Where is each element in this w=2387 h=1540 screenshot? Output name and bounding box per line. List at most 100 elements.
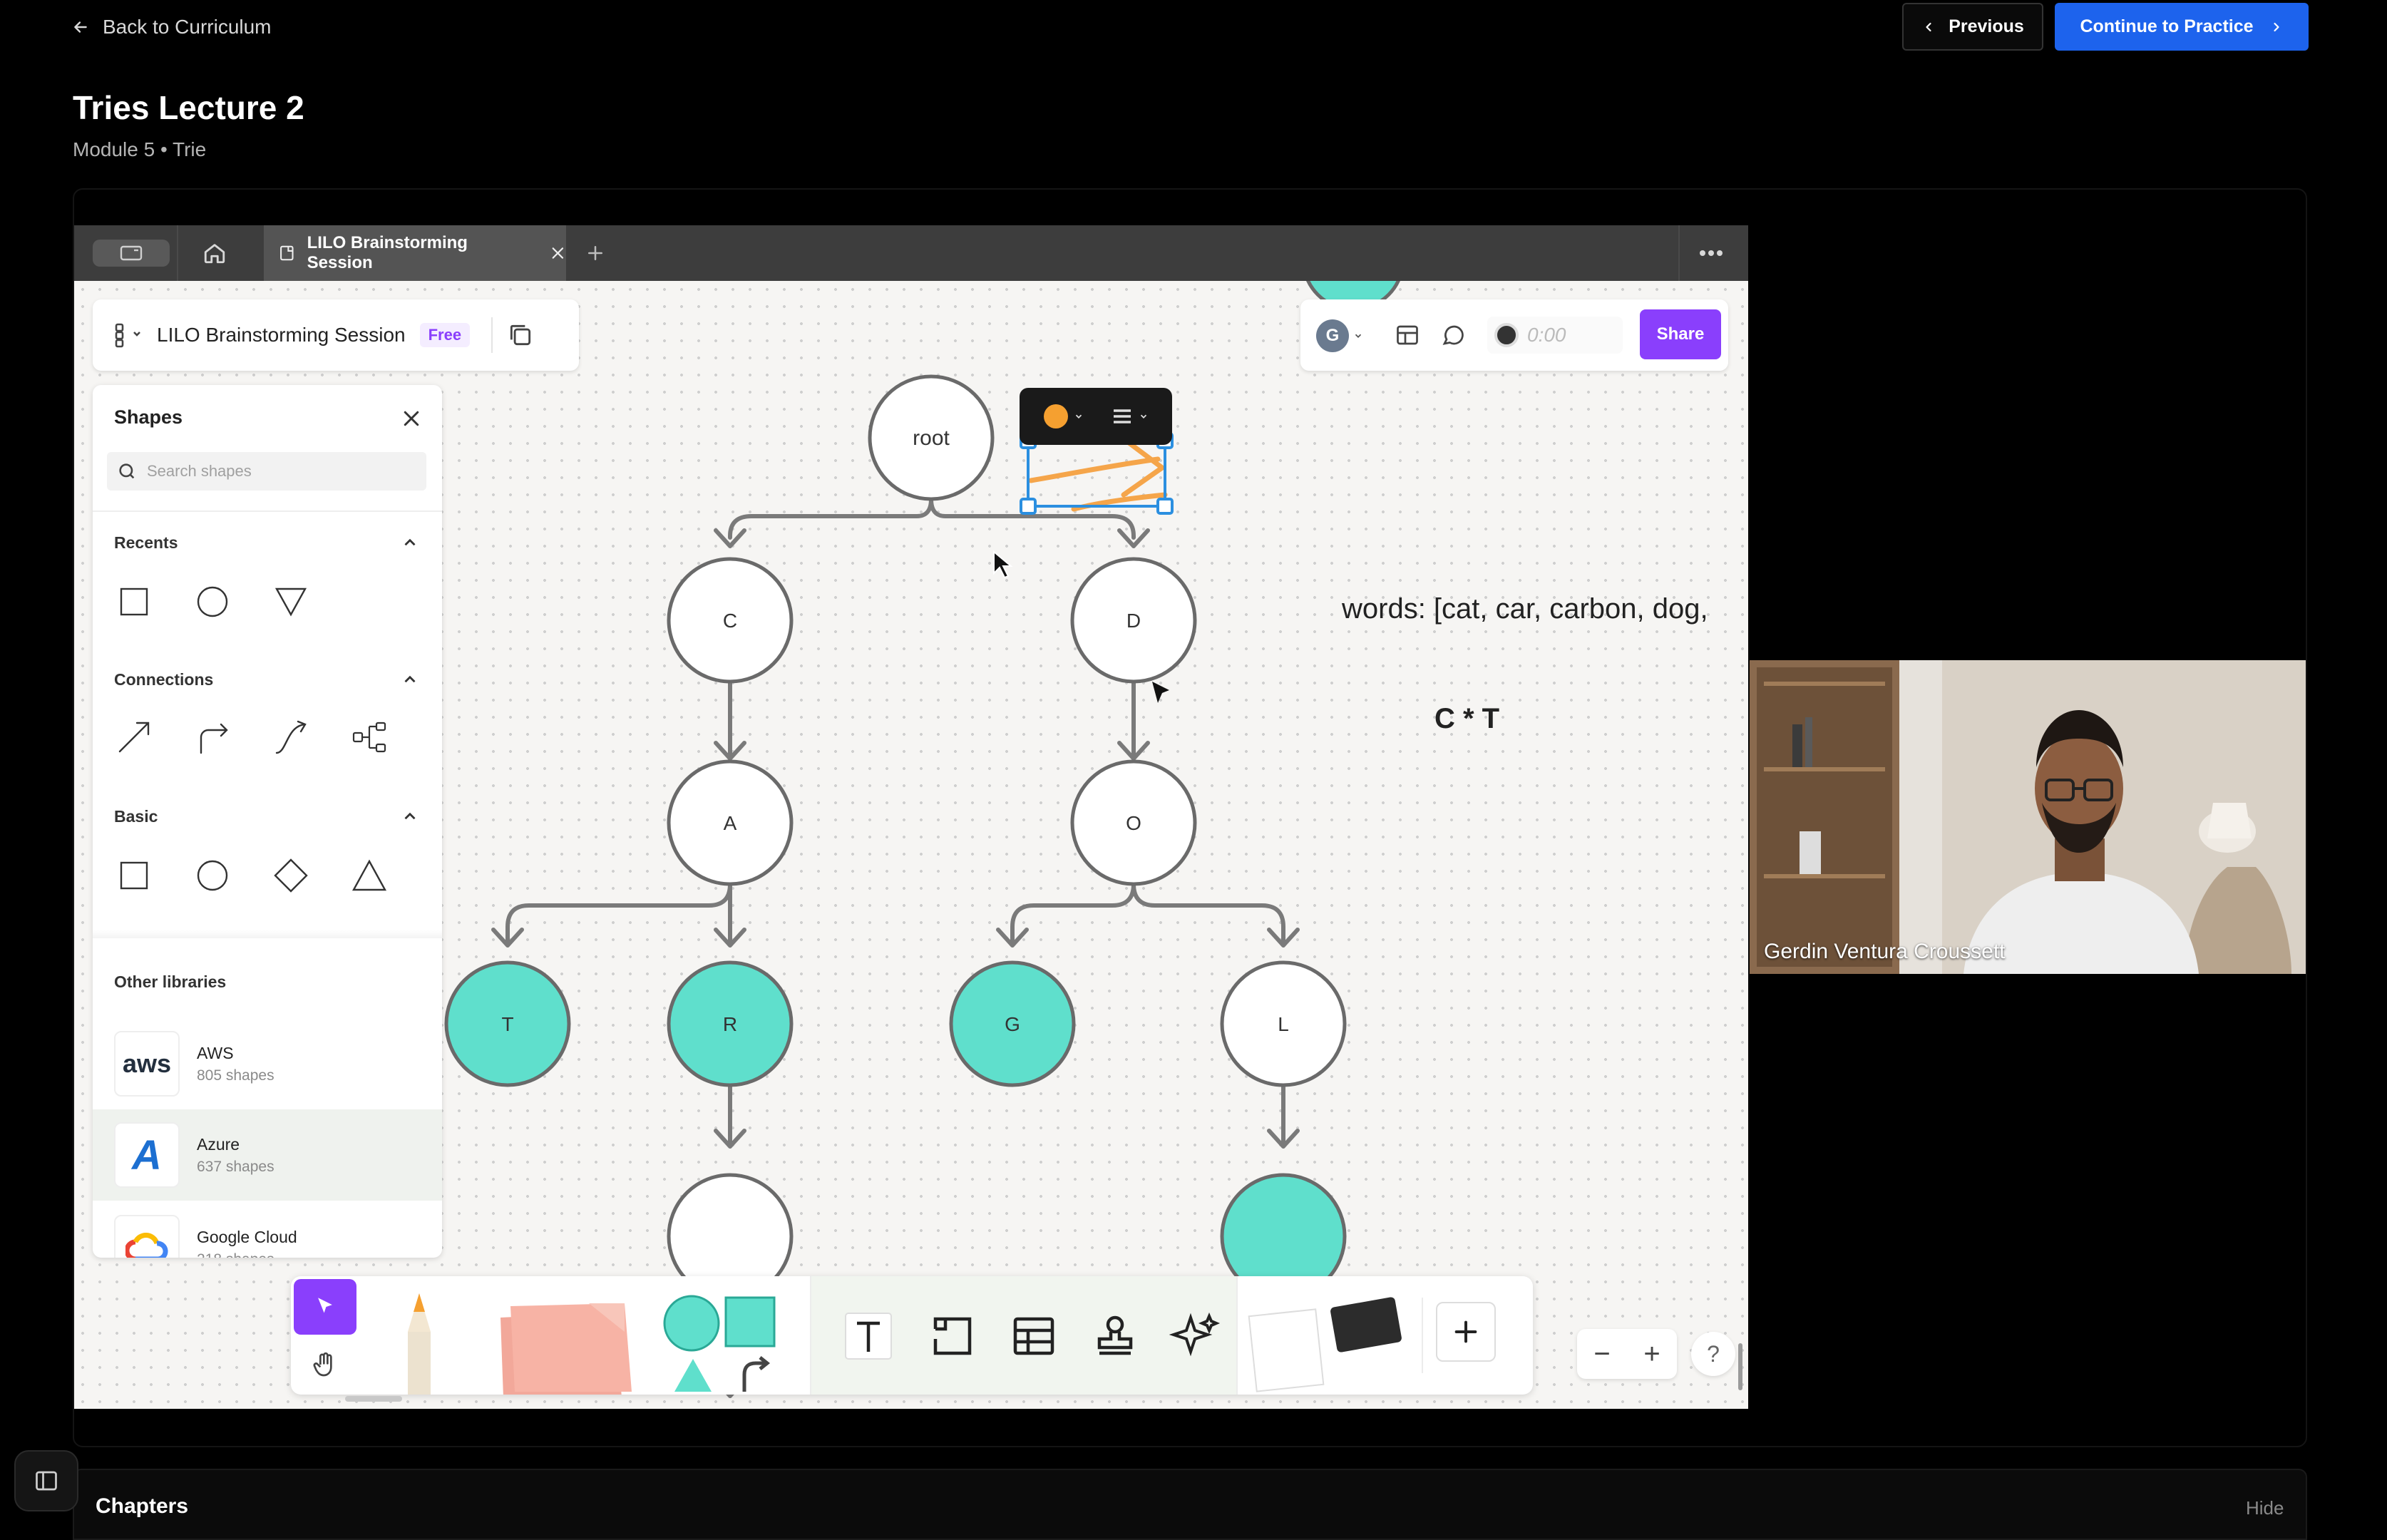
- table-tool-icon[interactable]: [1005, 1308, 1062, 1365]
- comment-icon[interactable]: [1440, 322, 1466, 348]
- select-tool[interactable]: [294, 1279, 356, 1335]
- previous-button[interactable]: Previous: [1902, 3, 2043, 51]
- window-icon: [120, 245, 143, 261]
- document-title[interactable]: LILO Brainstorming Session: [157, 324, 406, 346]
- timer-widget[interactable]: 0:00: [1487, 317, 1623, 354]
- more-tools-button[interactable]: [1436, 1302, 1496, 1362]
- copy-icon[interactable]: [507, 322, 534, 349]
- close-tab-icon[interactable]: [550, 245, 566, 262]
- share-button[interactable]: Share: [1640, 309, 1721, 359]
- trie-node-label: D: [1126, 610, 1141, 632]
- tab-divider: [177, 225, 178, 281]
- continue-to-practice-button[interactable]: Continue to Practice: [2055, 3, 2309, 51]
- stamp-tool-icon[interactable]: [1087, 1308, 1144, 1365]
- selected-arrow-sticker[interactable]: [1020, 432, 1174, 515]
- chevron-left-icon: [1926, 22, 1931, 31]
- edge-o-l[interactable]: [1131, 882, 1285, 943]
- straight-arrow-icon[interactable]: [114, 717, 154, 757]
- code-block-icon: [1330, 1296, 1402, 1353]
- horizontal-scrollbar[interactable]: [345, 1396, 402, 1402]
- templates-tool[interactable]: [1248, 1296, 1405, 1392]
- close-icon[interactable]: [401, 408, 422, 429]
- tab-divider: [1678, 225, 1680, 281]
- presenter-name: Gerdin Ventura Croussett: [1764, 940, 2006, 963]
- chapters-title: Chapters: [96, 1494, 189, 1518]
- color-picker-button[interactable]: [1043, 404, 1084, 428]
- chevron-down-icon[interactable]: [1353, 331, 1363, 341]
- home-icon[interactable]: [202, 241, 227, 265]
- help-button[interactable]: ?: [1691, 1332, 1735, 1376]
- library-count: 637 shapes: [197, 1158, 274, 1175]
- avatar[interactable]: G: [1316, 319, 1349, 352]
- section-connections: Connections: [114, 670, 214, 689]
- library-aws[interactable]: aws AWS 805 shapes: [93, 1018, 442, 1109]
- vertical-scrollbar[interactable]: [1738, 1343, 1742, 1390]
- trie-node-label: R: [723, 1013, 737, 1035]
- curved-connector-icon[interactable]: [271, 717, 311, 757]
- library-name: Google Cloud: [197, 1227, 297, 1246]
- trie-node-label: T: [501, 1013, 513, 1035]
- circle-shape-icon[interactable]: [192, 856, 232, 895]
- trie-node-label: G: [1005, 1013, 1020, 1035]
- edge-root-c[interactable]: [728, 497, 933, 540]
- orange-swatch-icon: [1043, 404, 1068, 428]
- diamond-shape-icon[interactable]: [271, 856, 311, 895]
- shapes-tool-icon[interactable]: [662, 1292, 783, 1392]
- sidebar-icon: [36, 1471, 57, 1491]
- chapters-panel: [73, 1469, 2307, 1540]
- chevron-up-icon[interactable]: [401, 807, 419, 826]
- search-shapes-input[interactable]: Search shapes: [107, 452, 426, 491]
- library-google-cloud[interactable]: Google Cloud 218 shapes: [93, 1202, 442, 1258]
- new-tab-icon[interactable]: [585, 242, 606, 264]
- presenter-webcam: [1750, 660, 2306, 974]
- edge-a-t[interactable]: [505, 882, 732, 943]
- layout-icon[interactable]: [1395, 322, 1420, 348]
- chevron-down-icon: [1075, 414, 1082, 419]
- sticker-format-toolbar: [1020, 388, 1172, 445]
- pointer-cursor-icon: [1152, 682, 1169, 703]
- pattern-text: C * T: [1434, 703, 1500, 734]
- zoom-in-button[interactable]: +: [1643, 1338, 1660, 1370]
- circle-shape-icon[interactable]: [192, 582, 232, 622]
- text-tool-icon[interactable]: [840, 1308, 897, 1365]
- document-header: LILO Brainstorming Session Free: [93, 299, 579, 371]
- square-shape-icon[interactable]: [114, 856, 154, 895]
- mind-map-icon[interactable]: [349, 717, 389, 757]
- ai-sparkle-icon[interactable]: [1168, 1308, 1225, 1365]
- tab-lilo-brainstorming[interactable]: LILO Brainstorming Session: [264, 225, 566, 281]
- app-logo-icon[interactable]: [114, 322, 143, 348]
- divider: [1422, 1298, 1423, 1373]
- chevron-up-icon[interactable]: [401, 533, 419, 552]
- trie-node-label: A: [724, 812, 737, 834]
- hide-chapters-button[interactable]: Hide: [2246, 1497, 2284, 1519]
- sidebar-toggle-pill[interactable]: [93, 240, 170, 267]
- pencil-tool-icon[interactable]: [391, 1289, 448, 1395]
- zoom-out-button[interactable]: −: [1593, 1338, 1610, 1370]
- elbow-connector-icon[interactable]: [192, 717, 232, 757]
- triangle-shape-icon[interactable]: [349, 856, 389, 895]
- edge-o-g[interactable]: [1010, 882, 1136, 943]
- frame-tool-icon[interactable]: [924, 1308, 981, 1365]
- presenter-video-feed: [1750, 660, 2306, 974]
- divider: [1236, 1276, 1238, 1395]
- library-count: 218 shapes: [197, 1251, 297, 1258]
- back-to-curriculum-link[interactable]: Back to Curriculum: [71, 13, 272, 41]
- chevron-up-icon[interactable]: [401, 670, 419, 689]
- line-style-button[interactable]: [1112, 406, 1149, 426]
- search-icon: [119, 463, 135, 479]
- screen-share: LILO Brainstorming Session root C D A O T R G L: [74, 225, 1748, 1409]
- more-options-icon[interactable]: [1697, 241, 1725, 265]
- hand-tool[interactable]: [294, 1339, 356, 1390]
- library-count: 805 shapes: [197, 1067, 274, 1084]
- sticky-note-tool-icon[interactable]: [482, 1298, 639, 1395]
- app-tab-strip: LILO Brainstorming Session: [74, 225, 1748, 281]
- library-name: Azure: [197, 1134, 240, 1154]
- library-azure[interactable]: A Azure 637 shapes: [93, 1109, 442, 1201]
- square-shape-icon[interactable]: [114, 582, 154, 622]
- plan-badge: Free: [419, 323, 471, 347]
- inverted-triangle-shape-icon[interactable]: [271, 582, 311, 622]
- tab-title: LILO Brainstorming Session: [307, 233, 468, 272]
- divider: [491, 317, 493, 353]
- timer-value: 0:00: [1527, 324, 1566, 346]
- sidebar-toggle-button[interactable]: [14, 1450, 78, 1511]
